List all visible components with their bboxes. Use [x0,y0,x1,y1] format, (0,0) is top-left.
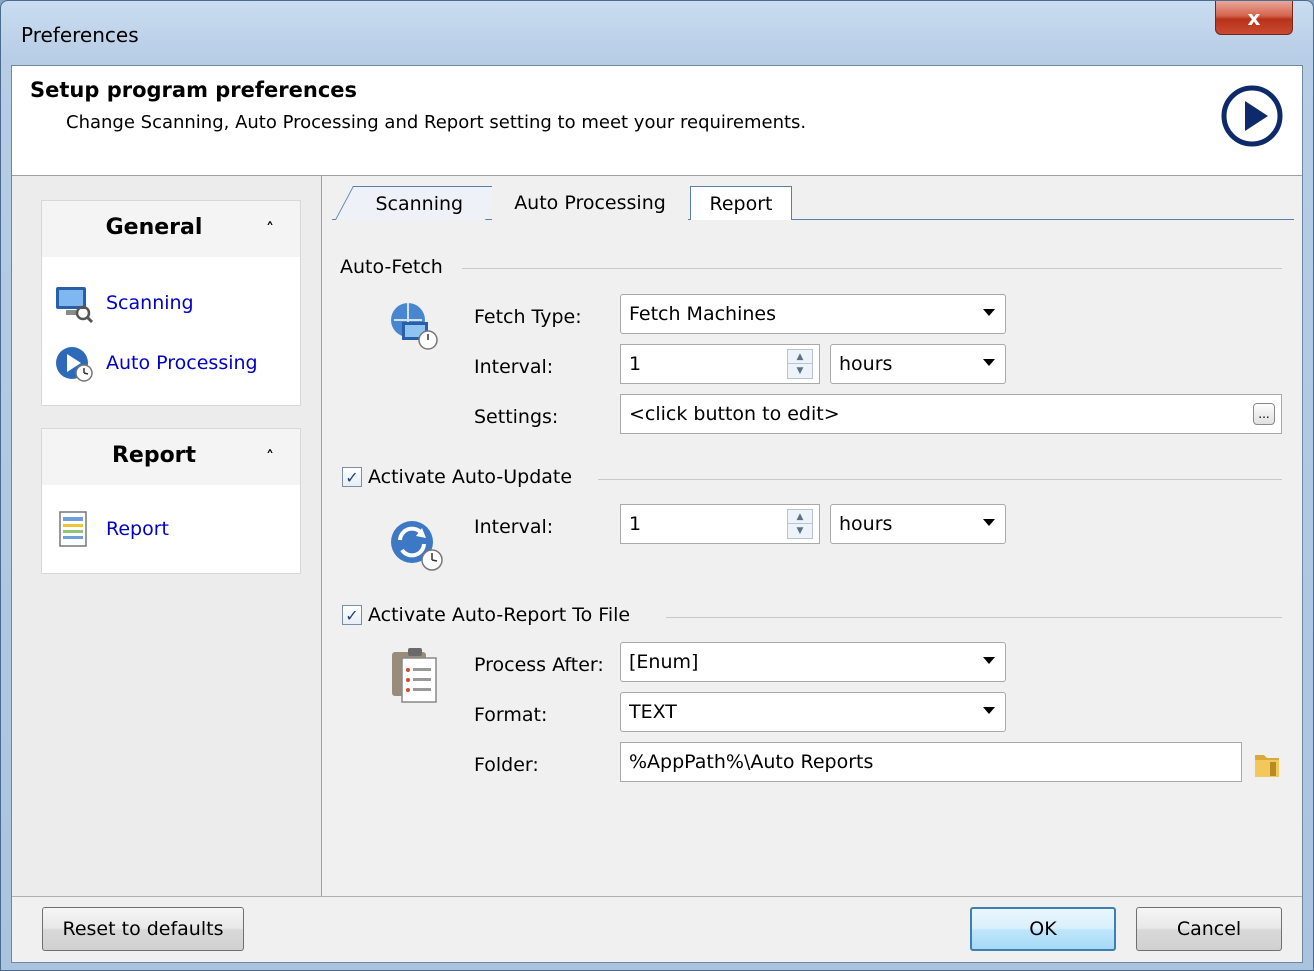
auto-report-checkbox[interactable]: ✓ [342,605,362,625]
select-value: [Enum] [629,651,699,673]
window-title: Preferences [21,23,139,47]
tab-report[interactable]: Report [690,186,792,220]
sidebar-group-general: General ˄ Scanning Auto Processing [41,200,301,406]
sidebar-item-label: Auto Processing [106,352,258,374]
folder-input[interactable]: %AppPath%\Auto Reports [620,742,1242,782]
chevron-down-icon [983,519,995,526]
chevron-down-icon [983,657,995,664]
select-value: hours [839,513,893,535]
edit-settings-button[interactable]: ... [1253,403,1275,425]
settings-label: Settings: [474,406,559,428]
tab-label: Auto Processing [514,192,666,214]
title-bar[interactable]: Preferences x [1,1,1313,65]
report-icon [59,511,87,547]
header-banner: Setup program preferences Change Scannin… [12,66,1302,176]
group-header[interactable]: Report ˄ [42,429,300,485]
auto-fetch-section-label: Auto-Fetch [340,256,443,278]
spin-up-icon[interactable]: ▲ [788,350,812,364]
close-icon: x [1247,5,1261,30]
settings-panel: Scanning Auto Processing Report Auto-Fet… [324,176,1302,896]
browse-folder-icon[interactable] [1252,750,1282,780]
update-interval-unit-select[interactable]: hours [830,504,1006,544]
fetch-type-select[interactable]: Fetch Machines [620,294,1006,334]
spin-down-icon[interactable]: ▼ [788,524,812,538]
spin-down-icon[interactable]: ▼ [788,364,812,378]
tab-scanning[interactable]: Scanning [334,186,504,220]
play-icon [1221,85,1283,147]
interval-label: Interval: [474,356,554,378]
spin-buttons[interactable]: ▲ ▼ [787,349,813,379]
cancel-button[interactable]: Cancel [1136,907,1282,951]
section-title: Auto-Fetch [340,256,443,278]
clipboard-report-icon [392,648,437,703]
auto-update-checkbox[interactable]: ✓ [342,467,362,487]
button-label: Cancel [1176,918,1242,940]
section-title: Activate Auto-Update [368,466,573,488]
dialog-client: Setup program preferences Change Scannin… [11,65,1303,963]
button-label: Reset to defaults [62,918,224,940]
process-after-select[interactable]: [Enum] [620,642,1006,682]
fetch-interval-stepper[interactable]: 1 ▲ ▼ [620,344,820,384]
folder-label: Folder: [474,754,539,776]
select-value: Fetch Machines [629,303,776,325]
select-value: hours [839,353,893,375]
tab-auto-processing[interactable]: Auto Processing [492,186,688,220]
chevron-down-icon [983,707,995,714]
format-select[interactable]: TEXT [620,692,1006,732]
group-title: General [105,215,203,240]
tab-strip: Scanning Auto Processing Report [332,180,1294,220]
sidebar-item-label: Report [106,518,169,540]
settings-field[interactable]: <click button to edit> ... [620,394,1282,434]
auto-update-icon [391,521,443,571]
auto-processing-icon [56,347,93,382]
process-after-label: Process After: [474,654,604,676]
chevron-down-icon [983,309,995,316]
group-header[interactable]: General ˄ [42,201,300,257]
fetch-interval-unit-select[interactable]: hours [830,344,1006,384]
sidebar-group-report: Report ˄ Report [41,428,301,574]
spin-up-icon[interactable]: ▲ [788,510,812,524]
field-value: %AppPath%\Auto Reports [629,751,874,773]
tab-label: Scanning [375,192,464,215]
interval-label: Interval: [474,516,554,538]
section-title: Activate Auto-Report To File [368,604,631,626]
tab-label: Report [709,192,773,215]
dialog-footer: Reset to defaults OK Cancel [12,896,1302,962]
field-value: <click button to edit> [629,403,840,425]
ok-button[interactable]: OK [970,907,1116,951]
collapse-icon[interactable]: ˄ [266,447,274,466]
select-value: TEXT [629,701,677,723]
auto-report-section[interactable]: ✓ Activate Auto-Report To File [342,604,630,626]
fetch-type-label: Fetch Type: [474,306,582,328]
ellipsis-icon: ... [1258,407,1270,421]
sidebar-item-label: Scanning [106,292,194,314]
chevron-down-icon [983,359,995,366]
spin-buttons[interactable]: ▲ ▼ [787,509,813,539]
auto-update-section[interactable]: ✓ Activate Auto-Update [342,466,572,488]
section-divider [462,268,1282,269]
sidebar-item-auto-processing[interactable]: Auto Processing [54,343,258,383]
sidebar-item-scanning[interactable]: Scanning [54,283,194,323]
fetch-machines-icon [391,303,438,350]
section-divider [598,479,1282,480]
sidebar-item-report[interactable]: Report [54,509,169,549]
reset-defaults-button[interactable]: Reset to defaults [42,907,244,951]
close-button[interactable]: x [1215,1,1293,35]
monitor-scan-icon [56,287,94,323]
page-subtitle: Change Scanning, Auto Processing and Rep… [66,112,807,133]
page-title: Setup program preferences [30,78,358,102]
sidebar: General ˄ Scanning Auto Processing Repor… [12,176,322,896]
collapse-icon[interactable]: ˄ [266,219,274,238]
section-divider [666,617,1282,618]
update-interval-stepper[interactable]: 1 ▲ ▼ [620,504,820,544]
button-label: OK [1029,918,1057,940]
stepper-value: 1 [629,513,642,535]
stepper-value: 1 [629,353,642,375]
group-title: Report [111,443,197,468]
preferences-window: Preferences x Setup program preferences … [0,0,1314,971]
format-label: Format: [474,704,548,726]
